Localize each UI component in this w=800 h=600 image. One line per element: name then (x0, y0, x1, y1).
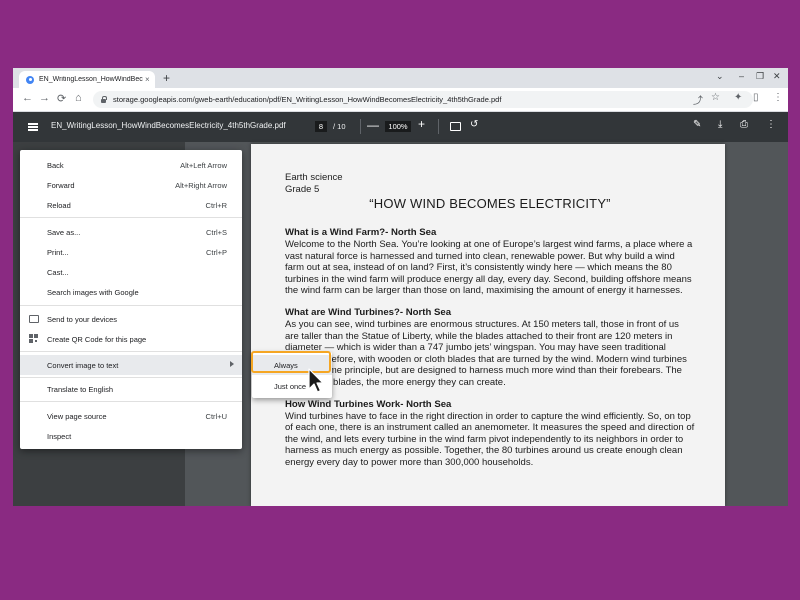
menu-item-label: Print... (47, 248, 69, 257)
menu-item-label: Search images with Google (47, 288, 139, 297)
menu-item-label: Send to your devices (47, 315, 118, 324)
forward-button[interactable]: → (39, 92, 50, 104)
more-options-icon[interactable]: ⋮ (766, 119, 776, 130)
fit-page-icon[interactable] (450, 122, 461, 131)
menu-item-search-images[interactable]: Search images with Google (20, 282, 242, 302)
section-body: As you can see, wind turbines are enormo… (285, 318, 687, 388)
lock-icon (101, 95, 107, 103)
side-panel-icon[interactable]: ▯ (753, 92, 759, 103)
menu-item-label: Reload (47, 201, 71, 210)
back-button[interactable]: ← (22, 92, 33, 104)
extensions-icon[interactable]: ✦ (734, 92, 742, 103)
browser-window: EN_WritingLesson_HowWindBec × + ⌄ – ❐ ✕ … (13, 68, 788, 506)
browser-toolbar: ← → ⟳ ⌂ storage.googleapis.com/gweb-eart… (13, 88, 788, 112)
tab-search-icon[interactable]: ⌄ (716, 71, 724, 82)
annotate-pen-icon[interactable]: ✎ (693, 119, 701, 130)
tab-title: EN_WritingLesson_HowWindBec (39, 76, 143, 83)
section-body: Wind turbines have to face in the right … (285, 410, 695, 468)
hamburger-icon[interactable] (28, 123, 38, 125)
tab-strip: EN_WritingLesson_HowWindBec × + ⌄ – ❐ ✕ (13, 68, 788, 88)
section-heading: What are Wind Turbines?- North Sea (285, 306, 452, 318)
pdf-toolbar: EN_WritingLesson_HowWindBecomesElectrici… (13, 112, 788, 142)
document-content: Earth science Grade 5 “HOW WIND BECOMES … (285, 172, 695, 479)
submenu-item-label: Just once (274, 382, 307, 391)
zoom-level-input[interactable]: 100% (385, 121, 411, 132)
submenu-arrow-icon (230, 361, 234, 367)
menu-divider (20, 305, 242, 306)
chrome-menu-icon[interactable]: ⋮ (773, 92, 783, 103)
pdf-filename: EN_WritingLesson_HowWindBecomesElectrici… (51, 121, 286, 130)
menu-divider (20, 217, 242, 218)
menu-divider (20, 351, 242, 352)
minimize-button[interactable]: – (739, 71, 744, 81)
menu-item-inspect[interactable]: Inspect (20, 426, 242, 446)
page-total: / 10 (333, 122, 346, 131)
document-subject: Earth science (285, 172, 343, 183)
page-number-input[interactable]: 8 (315, 121, 327, 132)
menu-item-shortcut: Ctrl+S (205, 228, 227, 237)
menu-item-label: Cast... (47, 268, 69, 277)
menu-item-shortcut: Alt+Left Arrow (180, 161, 227, 170)
menu-item-shortcut: Ctrl+U (205, 412, 227, 421)
menu-item-cast[interactable]: Cast... (20, 262, 242, 282)
menu-item-forward[interactable]: Forward Alt+Right Arrow (20, 175, 242, 195)
section-body: Welcome to the North Sea. You’re looking… (285, 239, 693, 297)
toolbar-divider (360, 119, 361, 134)
address-bar[interactable]: storage.googleapis.com/gweb-earth/educat… (93, 91, 753, 108)
menu-item-label: Save as... (47, 228, 81, 237)
menu-item-label: Convert image to text (47, 361, 119, 370)
document-grade: Grade 5 (285, 183, 320, 195)
menu-item-label: Back (47, 161, 64, 170)
zoom-out-button[interactable]: — (367, 118, 379, 132)
menu-item-save-as[interactable]: Save as... Ctrl+S (20, 222, 242, 242)
menu-item-shortcut: Ctrl+R (205, 201, 227, 210)
qr-code-icon (29, 334, 38, 343)
menu-item-view-source[interactable]: View page source Ctrl+U (20, 406, 242, 426)
menu-item-send-to-devices[interactable]: Send to your devices (20, 309, 242, 329)
menu-item-label: Inspect (47, 432, 72, 441)
menu-item-translate[interactable]: Translate to English (20, 379, 242, 399)
toolbar-divider (438, 119, 439, 134)
reload-button[interactable]: ⟳ (57, 92, 66, 105)
close-window-button[interactable]: ✕ (773, 71, 781, 82)
menu-item-shortcut: Alt+Right Arrow (175, 181, 227, 190)
menu-divider (20, 377, 242, 378)
menu-item-label: Create QR Code for this page (47, 335, 147, 344)
favicon-icon (26, 75, 34, 84)
pdf-page[interactable]: Earth science Grade 5 “HOW WIND BECOMES … (251, 144, 725, 506)
bookmark-star-icon[interactable]: ☆ (711, 92, 720, 103)
menu-item-convert-image[interactable]: Convert image to text (20, 355, 242, 375)
menu-item-label: Translate to English (47, 385, 114, 394)
tab-close-icon[interactable]: × (145, 75, 150, 84)
home-button[interactable]: ⌂ (75, 92, 82, 104)
restore-button[interactable]: ❐ (756, 71, 764, 82)
menu-item-reload[interactable]: Reload Ctrl+R (20, 195, 242, 215)
context-menu: Back Alt+Left Arrow Forward Alt+Right Ar… (20, 150, 242, 449)
devices-icon (29, 315, 39, 323)
download-icon[interactable]: ⤓ (718, 119, 722, 130)
tab-active[interactable]: EN_WritingLesson_HowWindBec × (19, 71, 155, 88)
zoom-in-button[interactable]: + (418, 117, 425, 131)
menu-item-shortcut: Ctrl+P (205, 248, 227, 257)
menu-divider (20, 401, 242, 402)
menu-item-back[interactable]: Back Alt+Left Arrow (20, 155, 242, 175)
mouse-cursor-icon (308, 368, 324, 393)
new-tab-button[interactable]: + (163, 71, 170, 85)
menu-item-print[interactable]: Print... Ctrl+P (20, 242, 242, 262)
menu-item-label: Forward (47, 181, 75, 190)
section-heading: How Wind Turbines Work- North Sea (285, 398, 452, 410)
print-icon[interactable]: ⎙ (740, 119, 748, 130)
menu-item-qr-code[interactable]: Create QR Code for this page (20, 329, 242, 349)
section-heading: What is a Wind Farm?- North Sea (285, 227, 437, 238)
share-icon[interactable]: ⤴ (693, 92, 703, 107)
url-text: storage.googleapis.com/gweb-earth/educat… (113, 95, 502, 104)
menu-item-label: View page source (47, 412, 107, 421)
document-title: “HOW WIND BECOMES ELECTRICITY” (369, 196, 611, 211)
rotate-icon[interactable]: ↺ (470, 119, 478, 130)
